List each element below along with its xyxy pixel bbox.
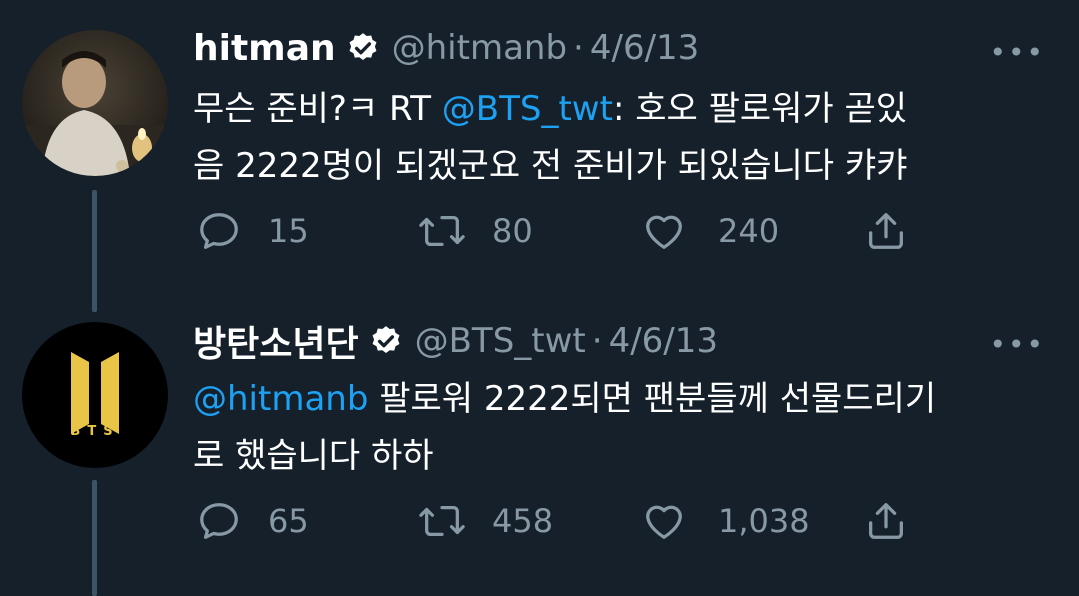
retweet-button[interactable]: 458: [416, 498, 553, 544]
bts-logo-icon: [22, 322, 168, 468]
avatar-bts[interactable]: [22, 322, 168, 468]
tweet-text-line-1: 무슨 준비?ㅋ RT @BTS_twt: 호오 팔로워가 곧있: [193, 81, 1053, 138]
reply-icon: [200, 213, 238, 249]
verified-icon: [346, 31, 380, 65]
share-button[interactable]: [862, 498, 910, 544]
share-icon: [869, 503, 903, 539]
handle[interactable]: @BTS_twt: [415, 321, 586, 361]
tweet-hitman[interactable]: hitman @hitmanb · 4/6/13 ••• 무슨 준비?ㅋ RT @B…: [0, 0, 1079, 310]
reply-button[interactable]: 65: [196, 498, 309, 544]
mention-link[interactable]: @hitmanb: [193, 379, 368, 419]
tweet-text-line-2: 로 했습니다 하하: [193, 436, 434, 476]
display-name[interactable]: hitman: [193, 28, 336, 69]
tweet-text: @hitmanb 팔로워 2222되면 팬분들께 선물드리기 로 했습니다 하하: [193, 371, 1053, 485]
like-count: 1,038: [718, 502, 810, 540]
verified-icon: [369, 324, 403, 358]
retweet-count: 458: [492, 502, 554, 540]
retweet-count: 80: [492, 212, 533, 250]
like-icon: [646, 215, 682, 249]
avatar-hitman[interactable]: [22, 30, 168, 176]
tweet-text: 무슨 준비?ㅋ RT @BTS_twt: 호오 팔로워가 곧있 음 2222명이…: [193, 81, 1053, 195]
more-icon[interactable]: •••: [989, 328, 1045, 361]
tweet-date[interactable]: 4/6/13: [590, 28, 699, 68]
tweet-text-line-2: 음 2222명이 되겠군요 전 준비가 되있습니다 캬캬: [193, 146, 908, 186]
tweet-header: hitman @hitmanb · 4/6/13: [193, 23, 699, 73]
handle[interactable]: @hitmanb: [392, 28, 567, 68]
separator: ·: [591, 321, 603, 361]
reply-icon: [200, 503, 238, 539]
separator: ·: [573, 28, 584, 68]
tweet-header: 방탄소년단 @BTS_twt · 4/6/13: [193, 316, 718, 366]
tweet-text-line-1: @hitmanb 팔로워 2222되면 팬분들께 선물드리기: [193, 371, 1053, 428]
like-button[interactable]: 1,038: [640, 498, 810, 544]
like-count: 240: [718, 212, 780, 250]
mention-link[interactable]: @BTS_twt: [442, 89, 613, 129]
reply-count: 15: [268, 212, 309, 250]
tweet-date[interactable]: 4/6/13: [609, 321, 718, 361]
action-bar: 15 80 240: [0, 208, 1079, 258]
thread-line: [92, 290, 97, 312]
action-bar: 65 458 1,038: [0, 498, 1079, 548]
display-name[interactable]: 방탄소년단: [193, 315, 359, 367]
like-button[interactable]: 240: [640, 208, 779, 254]
reply-count: 65: [268, 502, 309, 540]
text-segment: : 호오 팔로워가 곧있: [612, 89, 908, 129]
reply-button[interactable]: 15: [196, 208, 309, 254]
retweet-button[interactable]: 80: [416, 208, 533, 254]
retweet-icon: [419, 505, 465, 537]
user-photo-icon: [22, 30, 168, 176]
share-button[interactable]: [862, 208, 910, 254]
text-segment: 팔로워 2222되면 팬분들께 선물드리기: [368, 379, 937, 419]
share-icon: [869, 213, 903, 249]
retweet-icon: [419, 215, 465, 247]
more-icon[interactable]: •••: [989, 36, 1045, 69]
text-segment: 무슨 준비?ㅋ RT: [193, 89, 442, 129]
avatar-logo-text: BTS: [70, 424, 120, 439]
like-icon: [646, 505, 682, 539]
